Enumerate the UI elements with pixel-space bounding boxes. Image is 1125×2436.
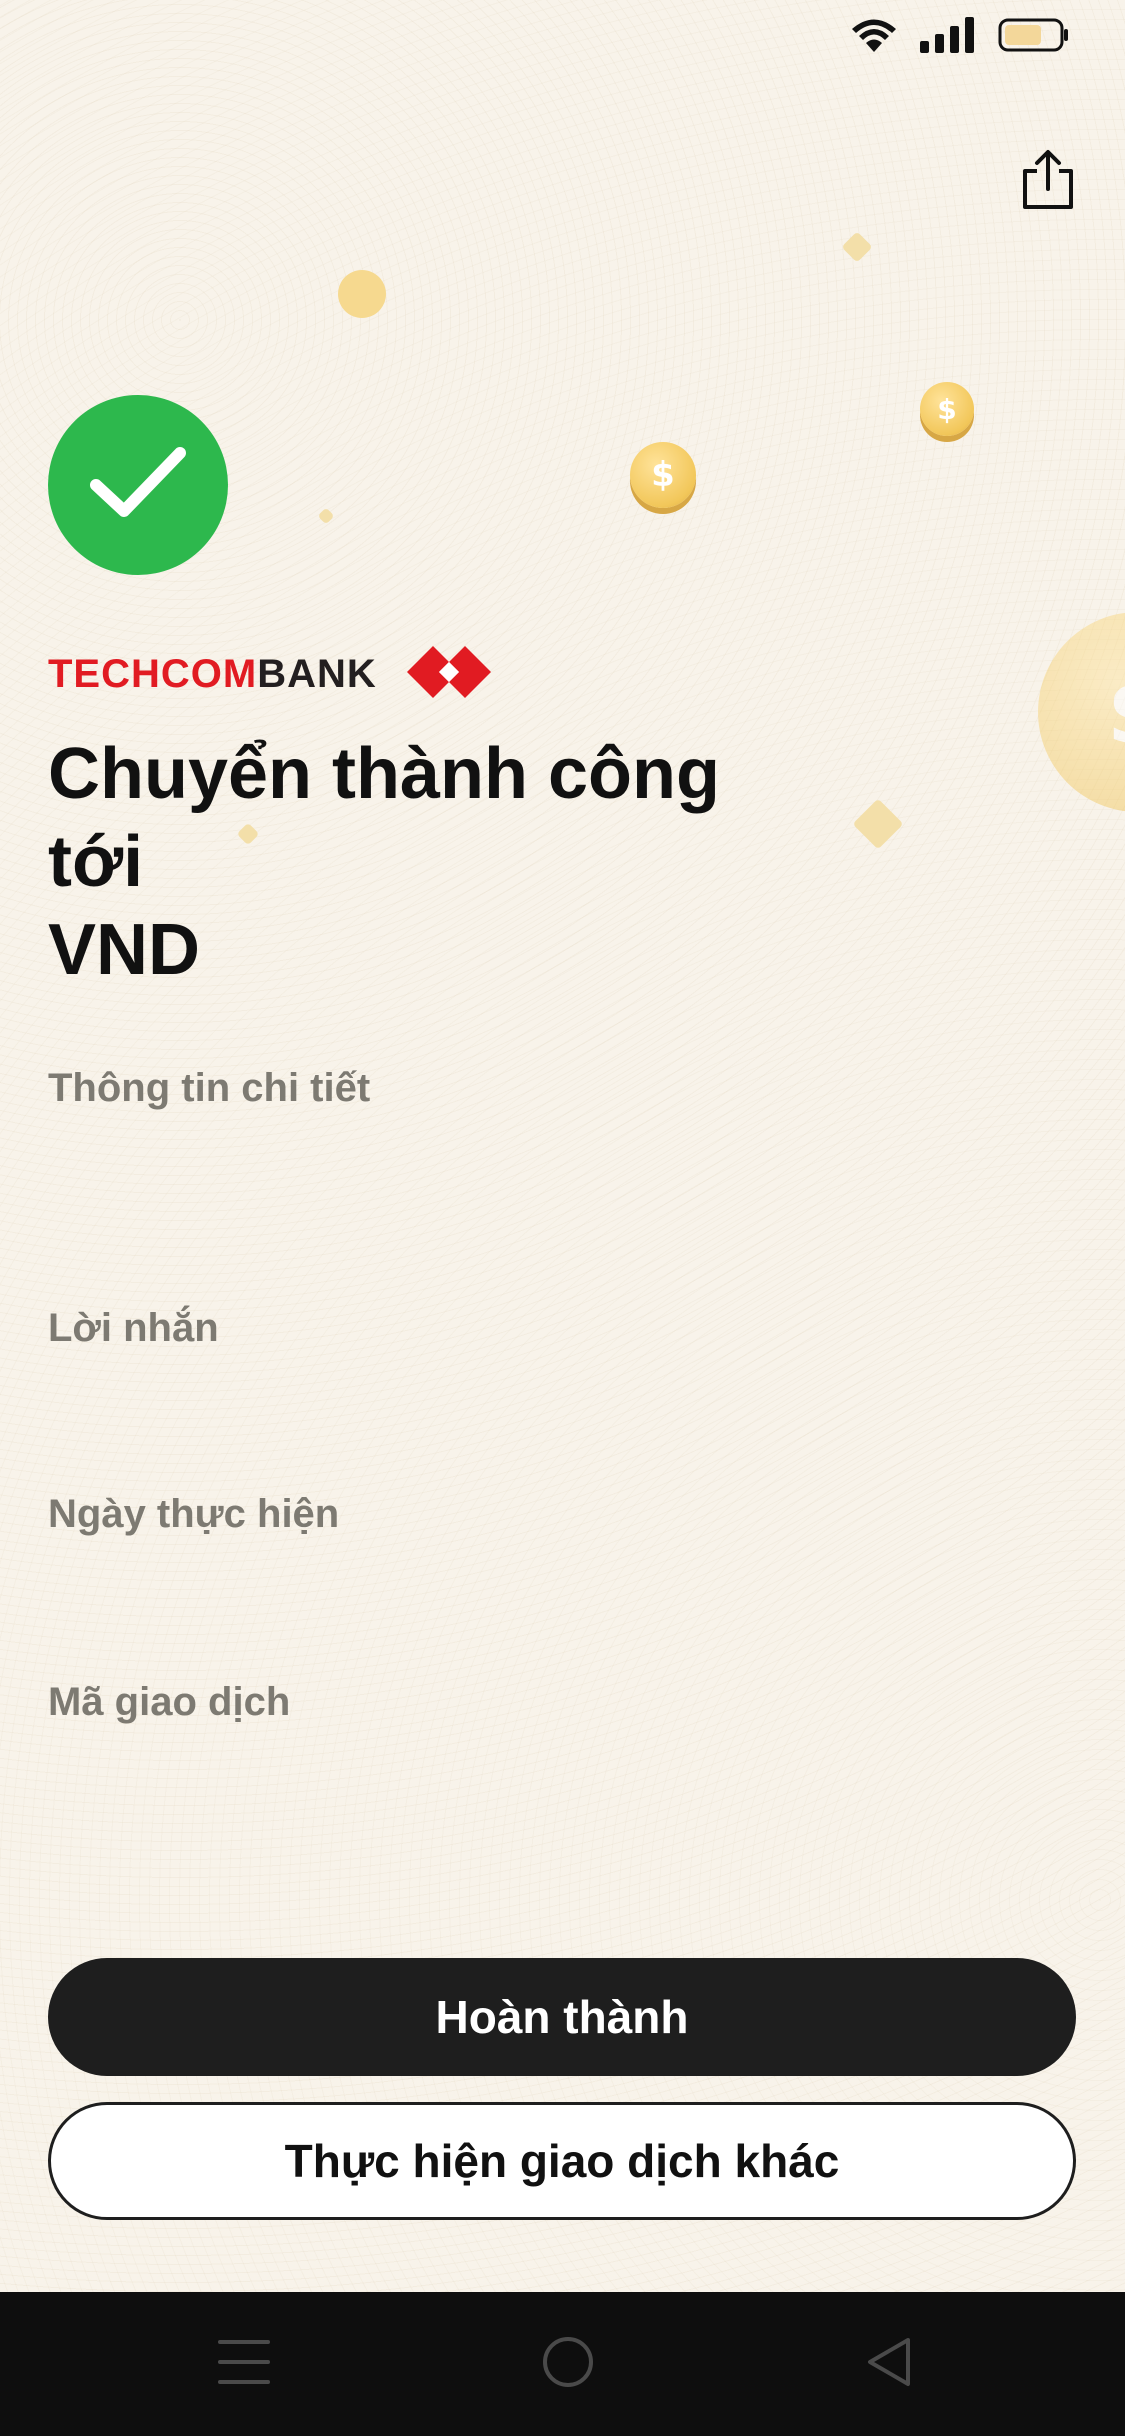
home-button[interactable] bbox=[538, 2334, 598, 2394]
coin-icon: $ bbox=[920, 382, 974, 436]
message-label: Lời nhắn bbox=[48, 1306, 219, 1350]
share-button[interactable] bbox=[1010, 145, 1085, 220]
page-title: Chuyển thành công tới VND bbox=[48, 730, 768, 994]
back-button[interactable] bbox=[860, 2334, 920, 2394]
brand-logo: TECHCOMBANK bbox=[48, 645, 491, 704]
done-button-label: Hoàn thành bbox=[435, 1991, 689, 2043]
coin-icon: $ bbox=[630, 442, 696, 508]
coin-symbol: $ bbox=[651, 455, 675, 495]
menu-button[interactable] bbox=[214, 2334, 274, 2394]
date-label: Ngày thực hiện bbox=[48, 1492, 340, 1536]
new-transaction-button[interactable]: Thực hiện giao dịch khác bbox=[48, 2102, 1076, 2220]
title-line-2: tới bbox=[48, 822, 144, 902]
transfer-success-screen: $ $ $ TECHCOMBANK Chuyển thành công tới bbox=[0, 0, 1125, 2436]
coin-symbol: $ bbox=[937, 392, 957, 426]
decorative-dot bbox=[338, 270, 386, 318]
title-line-3: VND bbox=[48, 910, 201, 990]
brand-name: TECHCOMBANK bbox=[48, 652, 377, 697]
share-icon bbox=[1017, 149, 1079, 216]
status-icons bbox=[850, 16, 1070, 59]
wifi-icon bbox=[850, 16, 898, 59]
brand-name-part1: TECHCOM bbox=[48, 652, 258, 696]
checkmark-icon bbox=[88, 443, 188, 528]
success-badge bbox=[48, 395, 228, 575]
brand-name-part2: BANK bbox=[257, 652, 377, 696]
decorative-diamond bbox=[317, 507, 335, 525]
techcombank-logo-icon bbox=[406, 645, 491, 704]
title-line-1: Chuyển thành công bbox=[48, 734, 720, 814]
done-button[interactable]: Hoàn thành bbox=[48, 1958, 1076, 2076]
menu-icon bbox=[216, 2334, 272, 2395]
coin-symbol: $ bbox=[1107, 660, 1125, 765]
home-icon bbox=[540, 2334, 596, 2395]
transaction-id-label: Mã giao dịch bbox=[48, 1680, 291, 1724]
signal-icon bbox=[920, 17, 976, 58]
status-bar bbox=[0, 0, 1125, 70]
coin-icon: $ bbox=[1038, 612, 1125, 812]
system-nav-bar bbox=[0, 2292, 1125, 2436]
decorative-diamond bbox=[841, 231, 873, 263]
battery-icon bbox=[998, 17, 1070, 58]
back-icon bbox=[862, 2334, 918, 2395]
details-section-label: Thông tin chi tiết bbox=[48, 1066, 371, 1110]
new-transaction-button-label: Thực hiện giao dịch khác bbox=[284, 2135, 840, 2187]
decorative-diamond bbox=[852, 798, 904, 850]
